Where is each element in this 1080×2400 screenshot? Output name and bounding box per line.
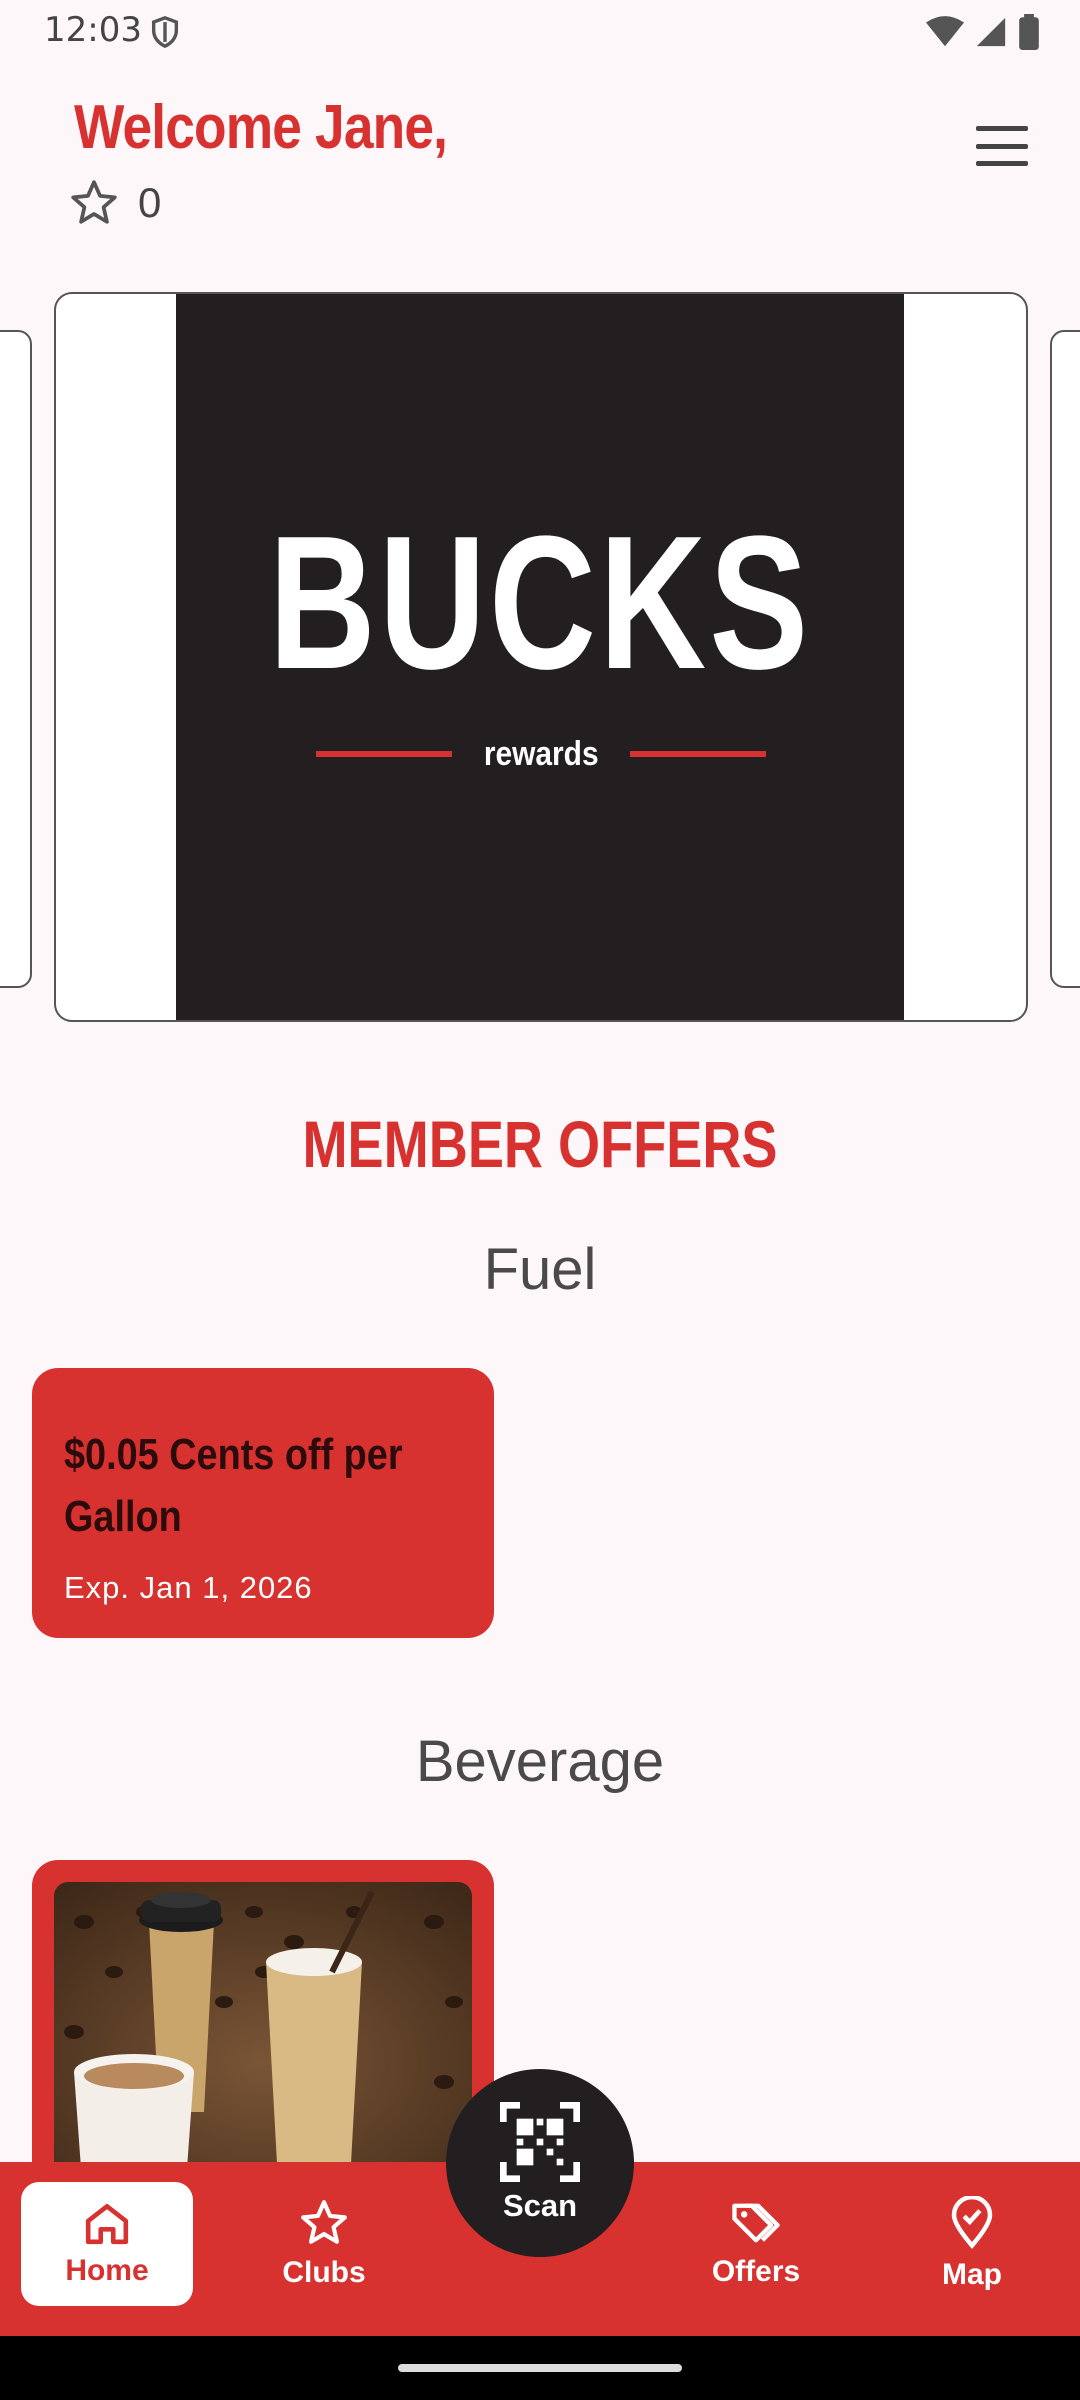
member-offers-title: MEMBER OFFERS bbox=[302, 1107, 778, 1181]
scan-label: Scan bbox=[502, 2188, 578, 2223]
star-icon bbox=[71, 180, 117, 224]
offer-card-fuel[interactable]: $0.05 Cents off per Gallon Exp. Jan 1, 2… bbox=[32, 1368, 494, 1638]
coffee-cups-photo bbox=[54, 1882, 472, 2180]
points-value: 0 bbox=[138, 179, 162, 226]
menu-bar bbox=[976, 126, 1028, 131]
scan-button[interactable]: Scan bbox=[446, 2069, 634, 2257]
offer-card-beverage[interactable] bbox=[32, 1860, 494, 2180]
nav-home-label: Home bbox=[65, 2254, 149, 2287]
category-beverage-heading: Beverage bbox=[415, 1729, 665, 1794]
status-bar: 12:03 bbox=[0, 0, 1080, 62]
battery-icon bbox=[1019, 14, 1039, 50]
gesture-navigation-bar bbox=[0, 2336, 1080, 2400]
map-pin-icon bbox=[951, 2196, 993, 2249]
carousel-current-card[interactable]: BUCKS rewards bbox=[54, 292, 1028, 1022]
status-time: 12:03 bbox=[44, 10, 142, 50]
logo-tagline-row: rewards bbox=[316, 734, 766, 774]
points-balance: 0 bbox=[68, 178, 161, 228]
signal-icon bbox=[976, 17, 1006, 47]
logo-tagline: rewards bbox=[483, 734, 599, 773]
nav-clubs[interactable]: Clubs bbox=[238, 2182, 410, 2306]
nav-clubs-label: Clubs bbox=[282, 2256, 366, 2289]
bucks-rewards-logo: BUCKS rewards bbox=[176, 294, 904, 1020]
status-icons bbox=[926, 14, 1040, 50]
tagline-line-left bbox=[316, 751, 452, 757]
shield-icon bbox=[151, 16, 179, 49]
qr-code-icon bbox=[500, 2102, 580, 2182]
menu-bar bbox=[976, 143, 1028, 149]
nav-offers-label: Offers bbox=[711, 2255, 801, 2288]
nav-map[interactable]: Map bbox=[886, 2182, 1058, 2306]
carousel-previous-card[interactable] bbox=[0, 330, 32, 988]
carousel-next-card[interactable] bbox=[1050, 330, 1080, 988]
offer-expiry: Exp. Jan 1, 2026 bbox=[64, 1570, 313, 1605]
menu-button[interactable] bbox=[976, 126, 1028, 166]
category-fuel-heading: Fuel bbox=[483, 1237, 597, 1302]
gesture-handle[interactable] bbox=[398, 2364, 682, 2372]
nav-home[interactable]: Home bbox=[21, 2182, 193, 2306]
wifi-icon bbox=[926, 16, 964, 47]
star-icon bbox=[301, 2200, 347, 2244]
nav-map-label: Map bbox=[942, 2258, 1002, 2291]
home-icon bbox=[85, 2203, 129, 2245]
tagline-line-right bbox=[630, 751, 766, 757]
welcome-heading: Welcome Jane, bbox=[74, 93, 448, 162]
menu-bar bbox=[976, 161, 1028, 166]
logo-brand-text: BUCKS bbox=[268, 497, 812, 709]
nav-offers[interactable]: Offers bbox=[670, 2182, 842, 2306]
offer-title: $0.05 Cents off per Gallon bbox=[64, 1430, 403, 1541]
tag-icon bbox=[732, 2203, 780, 2243]
